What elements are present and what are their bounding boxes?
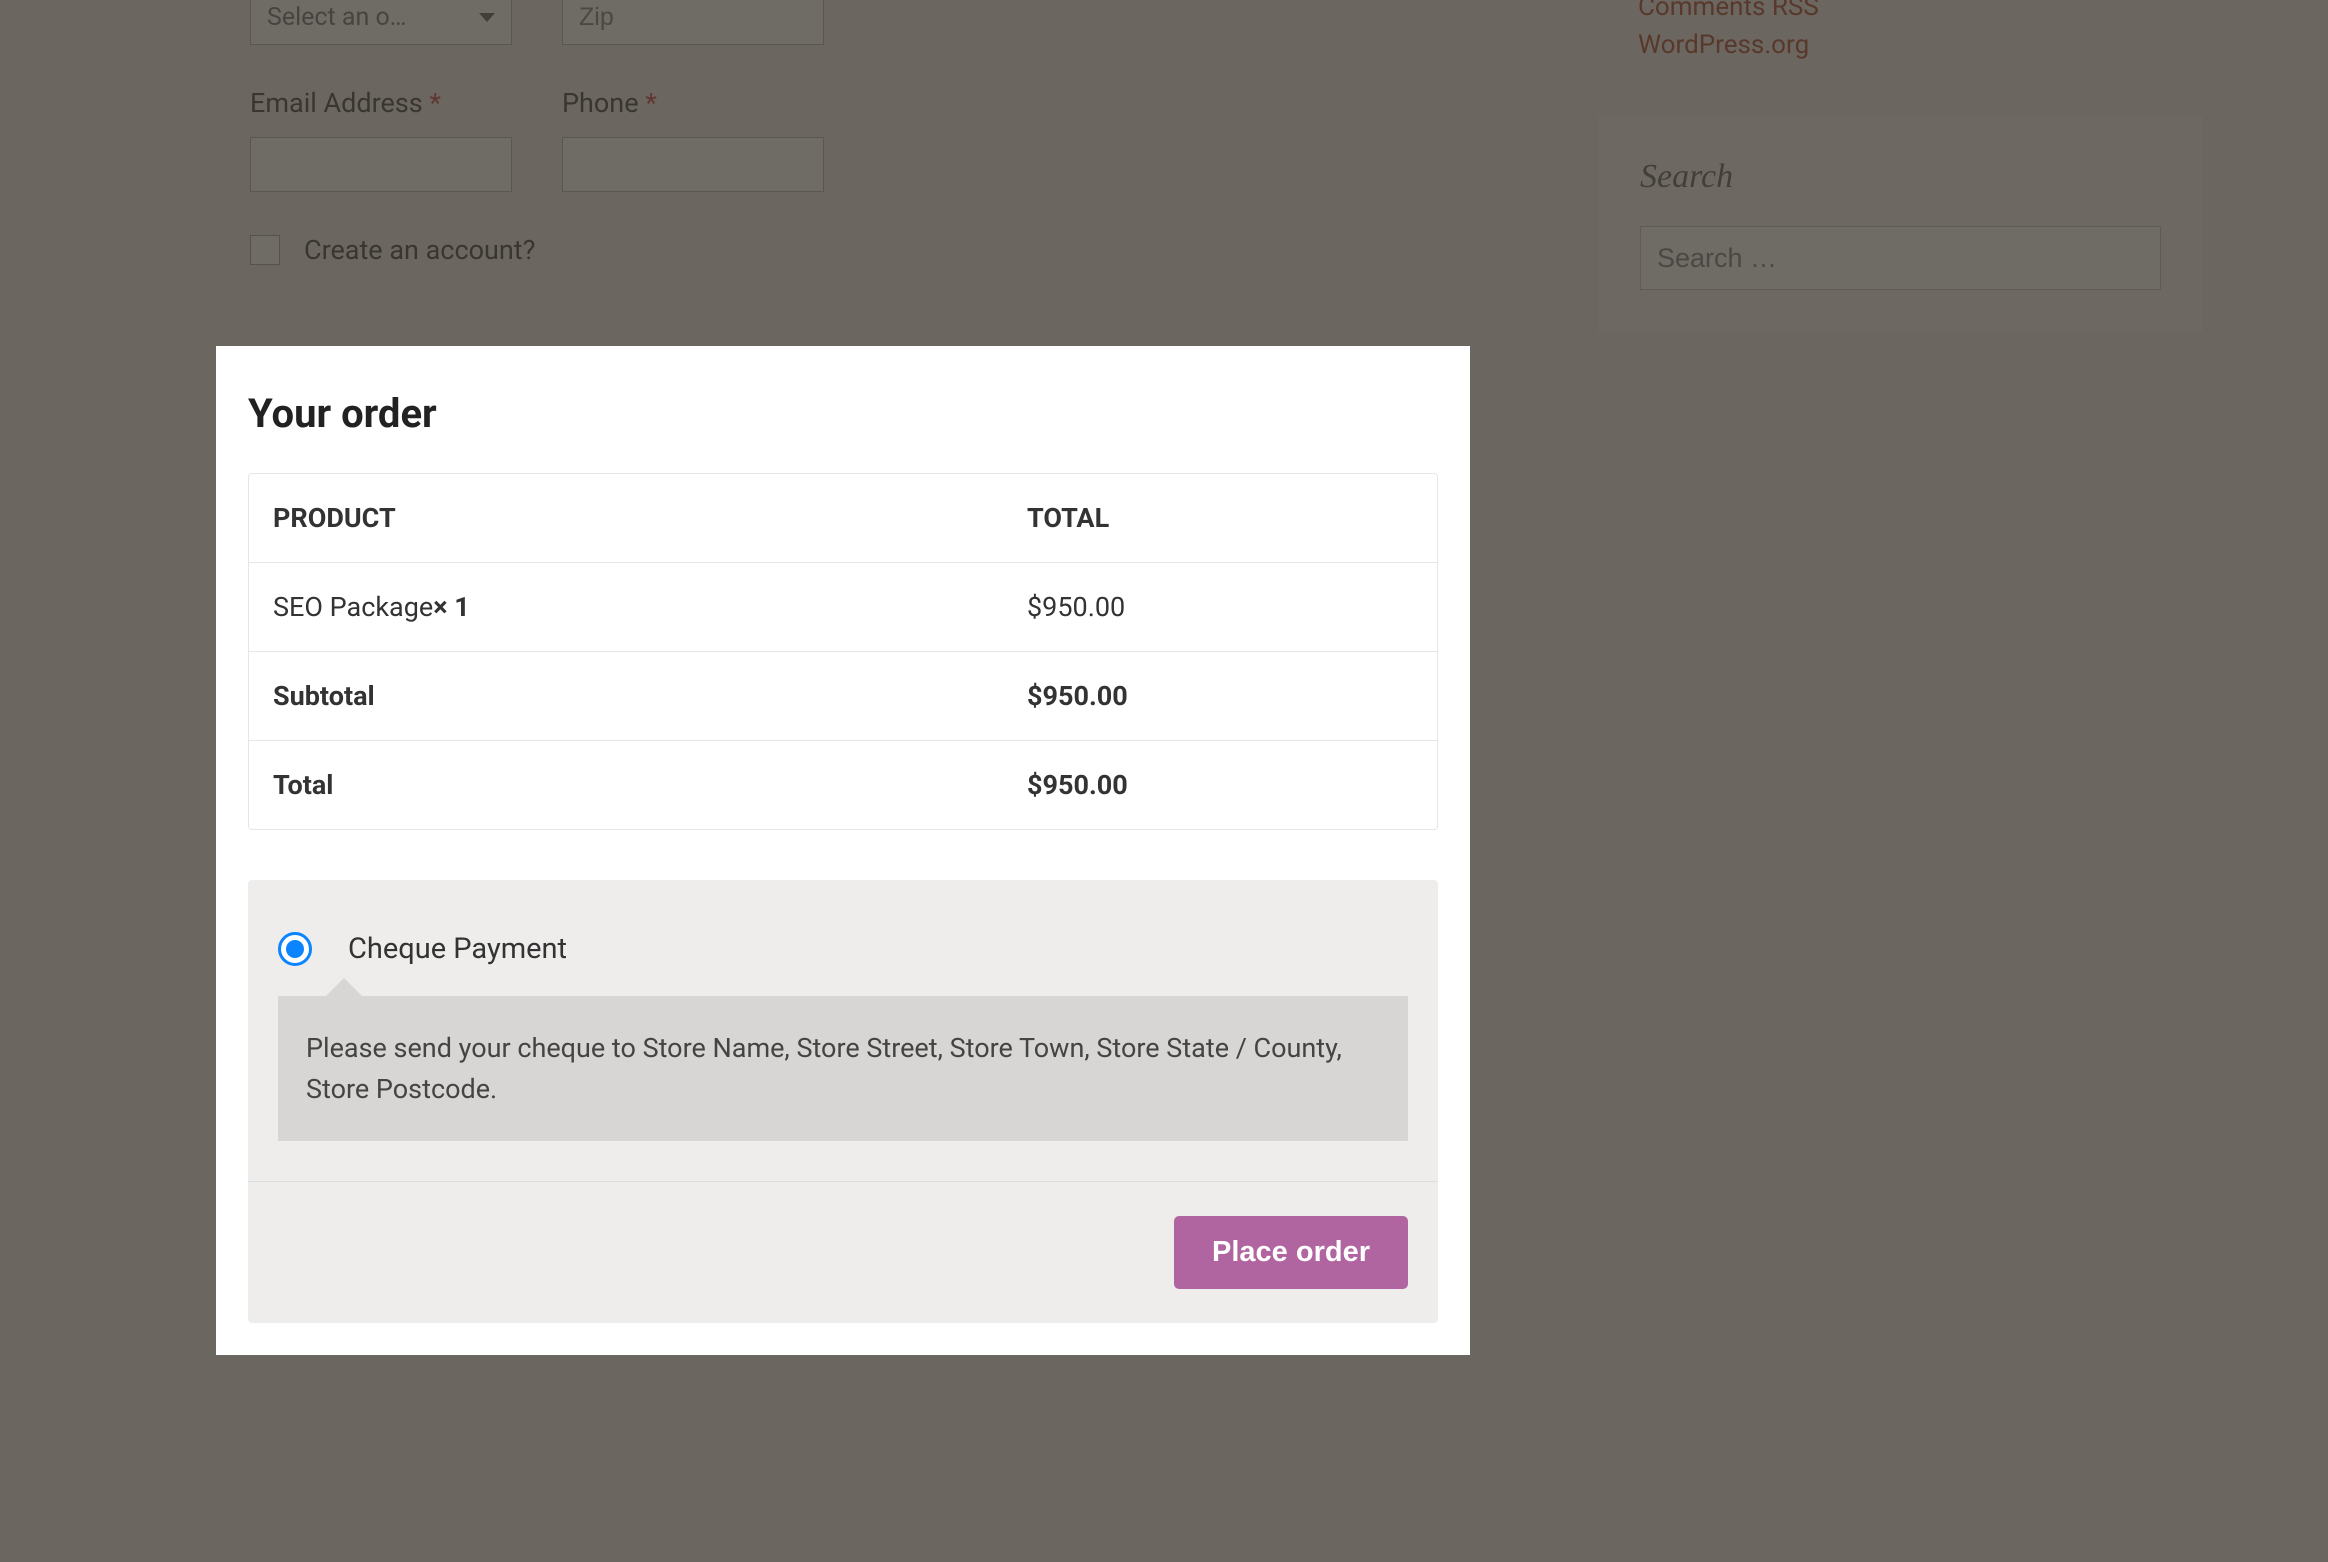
payment-desc-wrap: Please send your cheque to Store Name, S…	[248, 996, 1438, 1181]
table-header-row: Product Total	[249, 474, 1437, 563]
sidebar: Comments RSS WordPress.org Search	[1598, 0, 2203, 332]
payment-footer: Place order	[248, 1181, 1438, 1323]
required-star-icon: *	[645, 87, 657, 119]
cheque-payment-description: Please send your cheque to Store Name, S…	[278, 996, 1408, 1141]
email-label: Email Address *	[250, 87, 512, 119]
state-select[interactable]: Select an o…	[250, 0, 512, 45]
chevron-down-icon	[479, 13, 495, 22]
subtotal-value: $950.00	[1003, 652, 1437, 740]
email-input[interactable]	[250, 137, 512, 192]
search-input[interactable]	[1640, 226, 2161, 290]
search-widget: Search	[1598, 116, 2203, 332]
cheque-payment-label: Cheque Payment	[348, 932, 567, 966]
order-modal: Your order Product Total SEO Package× 1 …	[216, 346, 1470, 1355]
product-header: Product	[249, 474, 1003, 562]
checkout-form: Select an o… Email Address * Phone *	[250, 0, 1470, 266]
order-table: Product Total SEO Package× 1 $950.00 Sub…	[248, 473, 1438, 830]
create-account-checkbox[interactable]	[250, 235, 280, 265]
zip-input[interactable]	[562, 0, 824, 45]
radio-selected-icon	[286, 940, 304, 958]
payment-box: Cheque Payment Please send your cheque t…	[248, 880, 1438, 1323]
total-label: Total	[249, 741, 1003, 829]
total-row: Total $950.00	[249, 741, 1437, 829]
phone-input[interactable]	[562, 137, 824, 192]
product-price-cell: $950.00	[1003, 563, 1437, 651]
total-header: Total	[1003, 474, 1437, 562]
total-value: $950.00	[1003, 741, 1437, 829]
place-order-button[interactable]: Place order	[1174, 1216, 1408, 1289]
search-title: Search	[1640, 158, 2161, 196]
select-placeholder: Select an o…	[267, 3, 407, 32]
create-account-label[interactable]: Create an account?	[304, 234, 535, 266]
cheque-radio-button[interactable]	[278, 932, 312, 966]
order-title: Your order	[248, 390, 1438, 437]
required-star-icon: *	[429, 87, 441, 119]
cheque-payment-option[interactable]: Cheque Payment	[248, 880, 1438, 996]
comments-rss-link[interactable]: Comments RSS	[1598, 0, 2203, 22]
subtotal-row: Subtotal $950.00	[249, 652, 1437, 741]
product-name-cell: SEO Package× 1	[249, 563, 1003, 651]
product-row: SEO Package× 1 $950.00	[249, 563, 1437, 652]
phone-label: Phone *	[562, 87, 824, 119]
subtotal-label: Subtotal	[249, 652, 1003, 740]
wordpress-org-link[interactable]: WordPress.org	[1598, 30, 2203, 60]
